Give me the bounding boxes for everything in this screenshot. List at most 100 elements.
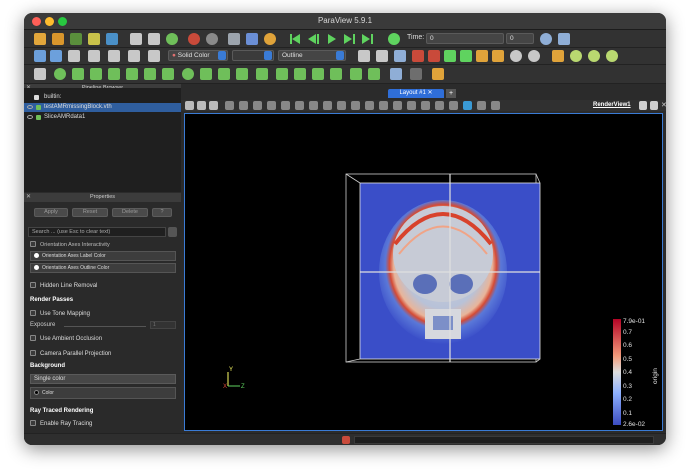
- enable-ray-tracing-checkbox[interactable]: Enable Ray Tracing: [30, 420, 92, 427]
- group-datasets-icon[interactable]: [200, 68, 212, 80]
- camera-redo-icon[interactable]: [588, 50, 600, 62]
- select-polygon-icon[interactable]: [281, 101, 290, 110]
- select-cells-icon[interactable]: [239, 101, 248, 110]
- help-button[interactable]: ?: [152, 208, 172, 217]
- extract-level-icon[interactable]: [218, 68, 230, 80]
- stream-tracer-icon[interactable]: [162, 68, 174, 80]
- reset-range-icon[interactable]: [50, 50, 62, 62]
- rescale-visible-icon[interactable]: [108, 50, 120, 62]
- split-horizontal-icon[interactable]: [185, 101, 194, 110]
- rotate-minus-90-icon[interactable]: [528, 50, 540, 62]
- time-spinbox[interactable]: 0: [506, 33, 534, 44]
- maximize-view-icon[interactable]: [650, 101, 658, 110]
- zoom-icon[interactable]: [540, 33, 552, 45]
- split-vertical-icon[interactable]: [197, 101, 206, 110]
- error-indicator-icon[interactable]: [342, 436, 350, 444]
- save-data-icon[interactable]: [70, 33, 82, 45]
- extract-selection-view-icon[interactable]: [449, 101, 458, 110]
- eye-icon[interactable]: [27, 115, 33, 119]
- glyph-icon[interactable]: [144, 68, 156, 80]
- frustum-cells-icon[interactable]: [421, 101, 430, 110]
- palette-icon[interactable]: [264, 33, 276, 45]
- python-shell-icon[interactable]: [410, 68, 422, 80]
- hover-points-icon[interactable]: [323, 101, 332, 110]
- properties-search-input[interactable]: Search ... (use Esc to clear text): [28, 227, 166, 237]
- delete-button[interactable]: Delete: [112, 208, 148, 217]
- python-filter-icon[interactable]: [368, 68, 380, 80]
- connect-icon[interactable]: [106, 33, 118, 45]
- frustum-points-icon[interactable]: [435, 101, 444, 110]
- ruler-icon[interactable]: [432, 68, 444, 80]
- capture-icon[interactable]: [558, 33, 570, 45]
- select-blocks-icon[interactable]: [295, 101, 304, 110]
- apply-button[interactable]: Apply: [34, 208, 68, 217]
- rescale-icon[interactable]: [68, 50, 80, 62]
- orientation-axes-interactivity[interactable]: Orientation Axes Interactivity: [30, 241, 110, 248]
- open-folder-icon[interactable]: [34, 33, 46, 45]
- render-3d-icon[interactable]: [225, 101, 234, 110]
- pipeline-item-amr[interactable]: testAMRmissingBlock.vth: [24, 103, 181, 112]
- edit-selection-icon[interactable]: [393, 101, 402, 110]
- clear-selection-icon[interactable]: [379, 101, 388, 110]
- reset-button[interactable]: Reset: [72, 208, 108, 217]
- clip-icon[interactable]: [72, 68, 84, 80]
- exposure-slider[interactable]: [64, 326, 146, 327]
- view-plus-x-icon[interactable]: [412, 50, 424, 62]
- rescale-temporal-icon[interactable]: [128, 50, 140, 62]
- zoom-to-box-icon[interactable]: [394, 50, 406, 62]
- plot-selection-icon[interactable]: [463, 101, 472, 110]
- undo-icon[interactable]: [188, 33, 200, 45]
- close-view-icon[interactable]: ✕: [661, 101, 666, 110]
- gear-icon[interactable]: [168, 227, 177, 237]
- save-state-icon[interactable]: [88, 33, 100, 45]
- time-input[interactable]: 0: [426, 33, 504, 44]
- color-by-select[interactable]: ● Solid Color: [168, 50, 228, 61]
- extract-subset-icon[interactable]: [126, 68, 138, 80]
- edit-colormap-icon[interactable]: [34, 50, 46, 62]
- interaction-mode-icon[interactable]: [552, 50, 564, 62]
- grow-selection-icon[interactable]: [351, 101, 360, 110]
- exposure-input[interactable]: 1: [150, 321, 176, 329]
- view-minus-x-icon[interactable]: [428, 50, 440, 62]
- warp-vector-icon[interactable]: [182, 68, 194, 80]
- redo-icon[interactable]: [206, 33, 218, 45]
- split-view-icon[interactable]: [639, 101, 647, 110]
- view-plus-y-icon[interactable]: [444, 50, 456, 62]
- eye-icon[interactable]: [27, 105, 33, 109]
- reset-camera-closest-icon[interactable]: [358, 50, 370, 62]
- representation-select[interactable]: Outline: [278, 50, 346, 61]
- hidden-line-removal-checkbox[interactable]: Hidden Line Removal: [30, 282, 97, 289]
- calculator-icon[interactable]: [34, 68, 46, 80]
- pipeline-item-builtin[interactable]: builtin:: [24, 93, 181, 102]
- find-data-icon[interactable]: [276, 68, 288, 80]
- camera-parallel-projection-checkbox[interactable]: Camera Parallel Projection: [30, 350, 111, 357]
- rotate-plus-90-icon[interactable]: [510, 50, 522, 62]
- macro-edit-icon[interactable]: [148, 33, 160, 45]
- polyline-icon[interactable]: [477, 101, 486, 110]
- threshold-icon[interactable]: [108, 68, 120, 80]
- zoom-to-data-icon[interactable]: [376, 50, 388, 62]
- add-tab-button[interactable]: +: [446, 89, 456, 98]
- orientation-outline-color-button[interactable]: Orientation Axes Outline Color: [30, 263, 176, 273]
- camera-undo-icon[interactable]: [570, 50, 582, 62]
- tab-layout-1[interactable]: Layout #1 ✕: [388, 89, 444, 98]
- probe-icon[interactable]: [330, 68, 342, 80]
- view-minus-y-icon[interactable]: [460, 50, 472, 62]
- extract-selection-icon[interactable]: [312, 68, 324, 80]
- render-view[interactable]: Y X Z 7.9e-01 0.7 0.6 0.5 0.4 0.3 0.2 0.…: [184, 113, 663, 431]
- component-select[interactable]: [232, 50, 274, 61]
- toggle-legend-icon[interactable]: [148, 50, 160, 62]
- color-map-icon[interactable]: [246, 33, 258, 45]
- contour-icon[interactable]: [54, 68, 66, 80]
- refresh-icon[interactable]: [166, 33, 178, 45]
- plot-over-line-icon[interactable]: [236, 68, 248, 80]
- hover-cells-icon[interactable]: [337, 101, 346, 110]
- slice-icon[interactable]: [90, 68, 102, 80]
- background-mode-select[interactable]: Single color: [30, 374, 176, 384]
- use-ambient-occlusion-checkbox[interactable]: Use Ambient Occlusion: [30, 335, 102, 342]
- view-plus-z-icon[interactable]: [476, 50, 488, 62]
- box-widget-icon[interactable]: [390, 68, 402, 80]
- pipeline-item-slice[interactable]: SliceAMRdata1: [24, 113, 181, 122]
- camera-icon[interactable]: [209, 101, 218, 110]
- properties-close-icon[interactable]: ✕: [26, 193, 31, 202]
